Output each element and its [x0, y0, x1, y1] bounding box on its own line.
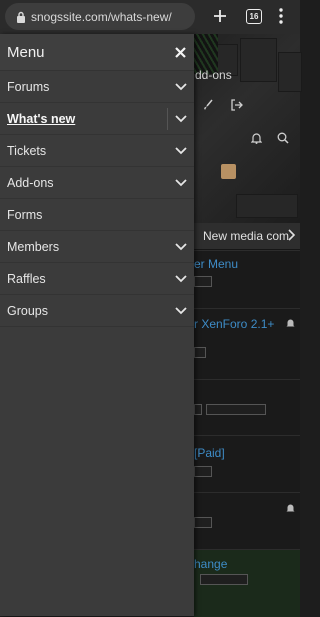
- menu-item-members[interactable]: Members: [0, 231, 194, 263]
- chevron-down-icon[interactable]: [168, 295, 194, 326]
- menu-item-label[interactable]: What's new: [0, 112, 167, 126]
- lock-icon: [11, 11, 31, 23]
- chevron-down-icon[interactable]: [168, 135, 194, 166]
- new-media-label: New media com: [203, 229, 290, 243]
- hero-addons-text: dd-ons: [195, 68, 232, 82]
- chevron-down-icon[interactable]: [168, 167, 194, 198]
- chevron-down-icon[interactable]: [168, 103, 194, 134]
- side-menu: Menu Forums What's new Tickets Add-ons F…: [0, 34, 194, 616]
- menu-item-add-ons[interactable]: Add-ons: [0, 167, 194, 199]
- list-item[interactable]: r XenForo 2.1+: [194, 308, 300, 379]
- list-item[interactable]: [194, 492, 300, 549]
- menu-item-label[interactable]: Forums: [0, 80, 168, 94]
- menu-item-label[interactable]: Raffles: [0, 272, 168, 286]
- menu-item-forms[interactable]: Forms: [0, 199, 194, 231]
- menu-item-tickets[interactable]: Tickets: [0, 135, 194, 167]
- tab-count: 16: [246, 8, 262, 24]
- list-item[interactable]: hange: [194, 549, 300, 617]
- menu-item-forums[interactable]: Forums: [0, 71, 194, 103]
- search-icon[interactable]: [277, 132, 289, 147]
- menu-item-label[interactable]: Forms: [0, 208, 194, 222]
- overflow-menu-icon[interactable]: [272, 5, 290, 27]
- new-tab-icon[interactable]: [210, 5, 230, 27]
- thread-title[interactable]: hange: [194, 557, 227, 571]
- thread-title[interactable]: r XenForo 2.1+: [194, 317, 274, 331]
- menu-header: Menu: [0, 34, 194, 71]
- address-bar[interactable]: snogssite.com/whats-new/: [5, 3, 195, 30]
- menu-title: Menu: [7, 43, 45, 61]
- tab-switcher-button[interactable]: 16: [244, 5, 264, 27]
- chevron-down-icon[interactable]: [168, 231, 194, 262]
- close-icon[interactable]: [175, 43, 186, 61]
- menu-item-label[interactable]: Members: [0, 240, 168, 254]
- thread-title[interactable]: [Paid]: [194, 446, 225, 460]
- browser-toolbar: snogssite.com/whats-new/ 16: [0, 0, 300, 34]
- avatar[interactable]: [221, 164, 236, 179]
- menu-item-raffles[interactable]: Raffles: [0, 263, 194, 295]
- menu-item-label[interactable]: Groups: [0, 304, 168, 318]
- logout-icon[interactable]: [230, 99, 243, 114]
- thread-title[interactable]: er Menu: [194, 257, 238, 271]
- paintbrush-icon[interactable]: [202, 99, 214, 114]
- chevron-right-icon: [288, 228, 296, 244]
- chevron-down-icon[interactable]: [168, 71, 194, 102]
- list-item[interactable]: er Menu: [194, 250, 300, 308]
- bell-icon[interactable]: [250, 132, 263, 147]
- list-item[interactable]: [Paid]: [194, 435, 300, 492]
- address-url: snogssite.com/whats-new/: [31, 9, 172, 24]
- menu-item-label[interactable]: Add-ons: [0, 176, 168, 190]
- list-item[interactable]: [194, 379, 300, 435]
- menu-item-groups[interactable]: Groups: [0, 295, 194, 327]
- bell-icon[interactable]: [286, 318, 295, 331]
- menu-item-label[interactable]: Tickets: [0, 144, 168, 158]
- menu-item-whats-new[interactable]: What's new: [0, 103, 194, 135]
- bell-icon[interactable]: [286, 503, 295, 516]
- chevron-down-icon[interactable]: [168, 263, 194, 294]
- new-media-comments-button[interactable]: New media com: [194, 223, 300, 249]
